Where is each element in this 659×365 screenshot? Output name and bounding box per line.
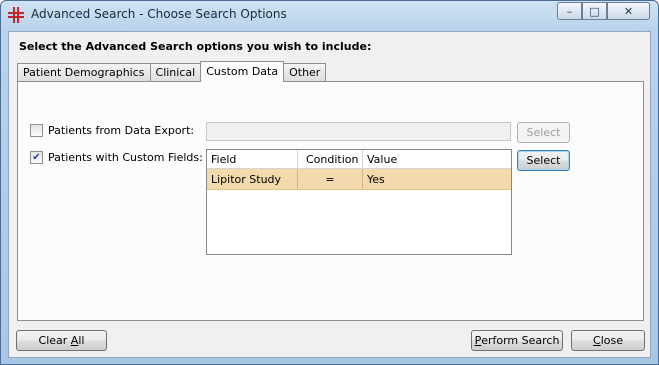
- data-export-field: [206, 122, 511, 141]
- custom-fields-checkbox[interactable]: ✔: [30, 151, 43, 164]
- data-export-checkbox[interactable]: [30, 124, 43, 137]
- data-export-select-button[interactable]: Select: [517, 122, 570, 143]
- column-header-field[interactable]: Field: [207, 150, 298, 168]
- tab-other[interactable]: Other: [283, 63, 327, 82]
- perform-search-mnemonic: P: [474, 334, 482, 347]
- checkmark-icon: ✔: [32, 151, 41, 163]
- clear-all-button[interactable]: Clear All: [16, 330, 107, 351]
- row-value-cell[interactable]: Yes: [363, 169, 511, 189]
- app-cross-icon: [8, 7, 24, 23]
- perform-search-button[interactable]: Perform Search: [471, 330, 563, 351]
- clear-all-label-suffix: ll: [78, 334, 85, 347]
- custom-fields-option[interactable]: ✔ Patients with Custom Fields:: [30, 151, 203, 164]
- close-icon: ✕: [623, 4, 634, 18]
- perform-search-label-suffix: erform Search: [481, 334, 560, 347]
- column-header-condition[interactable]: Condition: [298, 150, 363, 168]
- row-condition-cell[interactable]: =: [298, 169, 363, 189]
- close-button[interactable]: Close: [571, 330, 645, 351]
- tab-custom-data[interactable]: Custom Data: [200, 61, 285, 82]
- tab-clinical[interactable]: Clinical: [149, 63, 202, 82]
- clear-all-mnemonic: A: [70, 334, 79, 347]
- custom-fields-select-button[interactable]: Select: [517, 150, 570, 171]
- table-row[interactable]: Lipitor Study = Yes: [207, 169, 511, 190]
- custom-fields-label: Patients with Custom Fields:: [48, 151, 203, 164]
- caption-buttons: – □ ✕: [557, 2, 650, 20]
- column-header-value[interactable]: Value: [363, 150, 511, 168]
- title-bar[interactable]: Advanced Search - Choose Search Options …: [1, 1, 658, 29]
- row-field-cell[interactable]: Lipitor Study: [207, 169, 298, 189]
- custom-fields-grid: Field Condition Value Lipitor Study = Ye…: [206, 149, 512, 255]
- advanced-search-window: Advanced Search - Choose Search Options …: [0, 0, 659, 365]
- tab-patient-demographics[interactable]: Patient Demographics: [17, 63, 151, 82]
- window-title: Advanced Search - Choose Search Options: [31, 7, 287, 21]
- grid-header: Field Condition Value: [207, 150, 511, 169]
- dialog-client-area: Select the Advanced Search options you w…: [8, 31, 651, 358]
- data-export-option[interactable]: Patients from Data Export:: [30, 124, 194, 137]
- minimize-icon: –: [566, 4, 573, 18]
- close-label-suffix: lose: [600, 334, 623, 347]
- close-window-button[interactable]: ✕: [607, 2, 650, 20]
- tab-strip: Patient Demographics Clinical Custom Dat…: [17, 61, 327, 82]
- close-mnemonic: C: [593, 334, 601, 347]
- custom-data-panel: Patients from Data Export: Select ✔ Pati…: [17, 81, 644, 321]
- data-export-label: Patients from Data Export:: [48, 124, 195, 137]
- minimize-button[interactable]: –: [557, 2, 582, 20]
- maximize-icon: □: [589, 4, 600, 18]
- clear-all-label-prefix: Clear: [38, 334, 71, 347]
- maximize-button[interactable]: □: [582, 2, 607, 20]
- dialog-heading: Select the Advanced Search options you w…: [19, 40, 372, 53]
